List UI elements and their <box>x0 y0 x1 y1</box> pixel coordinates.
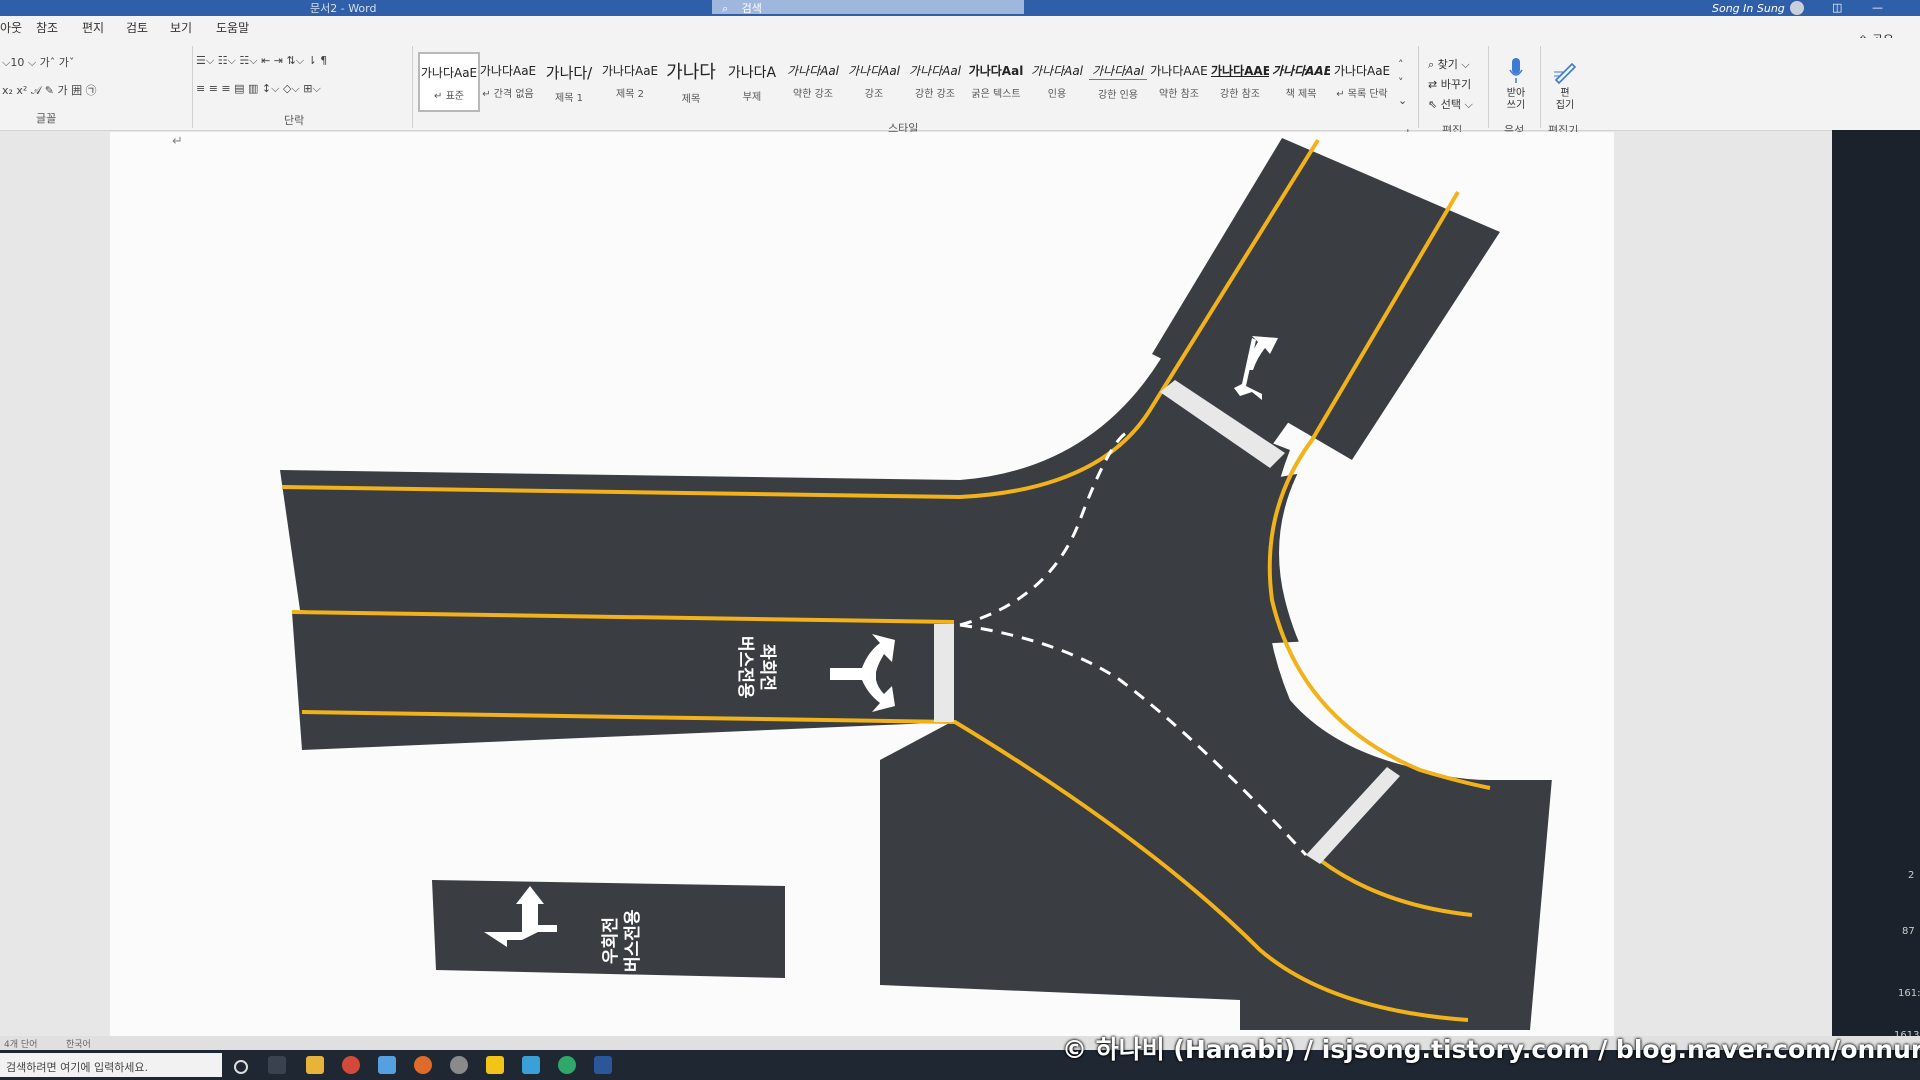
language-indicator[interactable]: 한국어 <box>66 1037 91 1050</box>
app-icon[interactable] <box>522 1056 540 1074</box>
lane-text-main-2: 버스전용 <box>735 636 755 699</box>
app-icon[interactable] <box>378 1056 396 1074</box>
stop-line-bus-lane <box>934 624 954 722</box>
cortana-icon[interactable] <box>234 1060 248 1074</box>
word-icon[interactable] <box>594 1056 612 1074</box>
bus-lane-band[interactable] <box>292 612 955 750</box>
lane-text-sample-2: 버스전용 <box>623 909 643 972</box>
kakaotalk-icon[interactable] <box>486 1056 504 1074</box>
lane-text-main-1: 좌회전 <box>757 644 777 691</box>
file-explorer-icon[interactable] <box>306 1056 324 1074</box>
watermark: © 하나비 (Hanabi) / isjsong.tistory.com / b… <box>1062 1035 1920 1064</box>
task-view-icon[interactable] <box>268 1056 286 1074</box>
word-count[interactable]: 4개 단어 <box>4 1037 37 1050</box>
chrome-icon[interactable] <box>342 1056 360 1074</box>
lane-text-sample-1: 우회전 <box>601 917 621 964</box>
taskbar-search[interactable]: 검색하려면 여기에 입력하세요. <box>0 1053 222 1077</box>
firefox-icon[interactable] <box>414 1056 432 1074</box>
app-icon[interactable] <box>450 1056 468 1074</box>
edge-icon[interactable] <box>558 1056 576 1074</box>
road-drawing[interactable]: 좌회전 버스전용 우회전 버스전용 <box>0 0 1920 1080</box>
